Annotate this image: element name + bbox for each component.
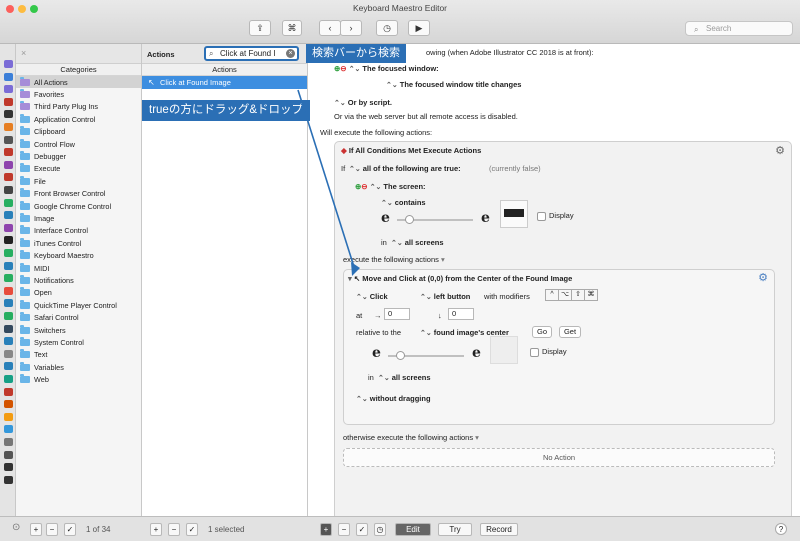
action-enable-checkbox[interactable]: ✓ — [356, 523, 368, 536]
remove-action-button[interactable]: − — [338, 523, 350, 536]
bottom-toolbar: ⊙ + − ✓ 1 of 34 + − ✓ 1 selected + − ✓ ◷… — [0, 516, 800, 541]
selection-count: 1 selected — [208, 525, 245, 534]
add-group-button[interactable]: + — [30, 523, 42, 536]
drag-arrow — [297, 89, 360, 276]
add-action-button[interactable]: + — [320, 523, 332, 536]
add-macro-button[interactable]: + — [150, 523, 162, 536]
edit-button[interactable]: Edit — [395, 523, 431, 536]
remove-macro-button[interactable]: − — [168, 523, 180, 536]
record-button[interactable]: Record — [480, 523, 518, 536]
clock-icon[interactable]: ◷ — [374, 523, 386, 536]
help-button[interactable]: ? — [775, 523, 787, 535]
macro-enable-checkbox[interactable]: ✓ — [186, 523, 198, 536]
enable-checkbox[interactable]: ✓ — [64, 523, 76, 536]
settings-icon[interactable]: ⊙ — [12, 522, 20, 533]
macro-count: 1 of 34 — [86, 525, 111, 534]
try-button[interactable]: Try — [438, 523, 472, 536]
remove-group-button[interactable]: − — [46, 523, 58, 536]
